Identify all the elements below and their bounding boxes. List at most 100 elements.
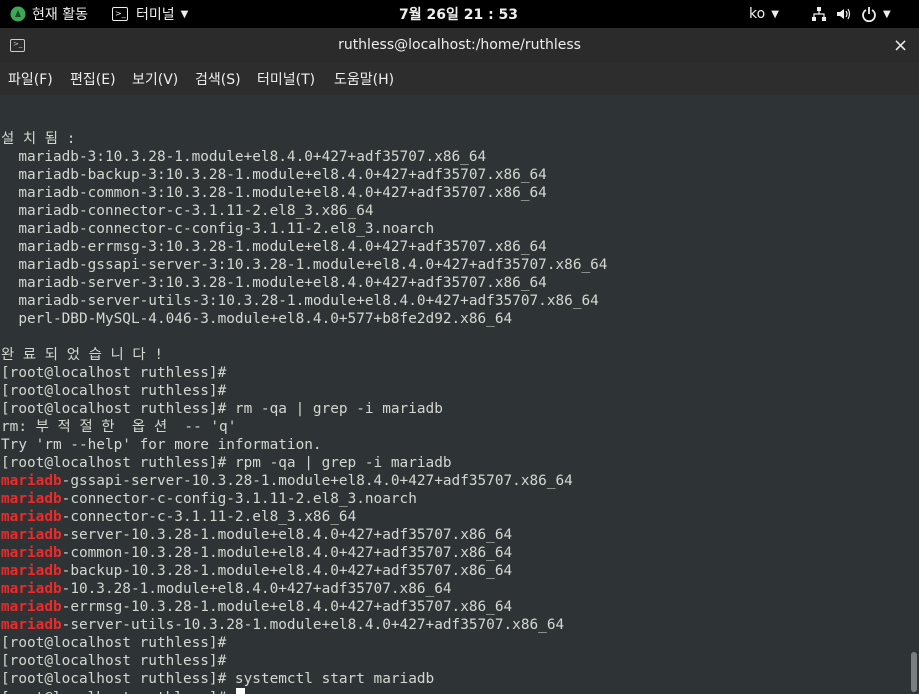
terminal-line-text: mariadb-connector-c-3.1.11-2.el8_3.x86_6… <box>1 203 374 219</box>
terminal-line: mariadb-gssapi-server-3:10.3.28-1.module… <box>1 256 607 274</box>
terminal-line: 설 치 됨 : <box>1 130 607 148</box>
input-language-menu[interactable]: ko ▼ <box>749 0 779 28</box>
terminal-line-text: -server-utils-10.3.28-1.module+el8.4.0+4… <box>61 617 565 633</box>
terminal-line-text: mariadb-backup-3:10.3.28-1.module+el8.4.… <box>1 167 547 183</box>
terminal-line-text: rm: 부 적 절 한 옵 션 -- 'q' <box>1 419 237 435</box>
terminal-line-text: -connector-c-config-3.1.11-2.el8_3.noarc… <box>61 491 417 507</box>
language-label: ko <box>749 6 766 22</box>
window-title: ruthless@localhost:/home/ruthless <box>338 37 581 53</box>
menu-file[interactable]: 파일(F) <box>8 63 53 95</box>
terminal-area[interactable]: 설 치 됨 : mariadb-3:10.3.28-1.module+el8.4… <box>0 95 919 694</box>
terminal-line-text: mariadb-common-3:10.3.28-1.module+el8.4.… <box>1 185 547 201</box>
terminal-line-text: -gssapi-server-10.3.28-1.module+el8.4.0+… <box>61 473 573 489</box>
window-title-bar[interactable]: >_ ruthless@localhost:/home/ruthless × <box>0 28 919 64</box>
terminal-line: [root@localhost ruthless]# <box>1 688 607 694</box>
terminal-line-text: [root@localhost ruthless]# <box>1 383 227 399</box>
terminal-line: 완 료 되 었 습 니 다 ! <box>1 346 607 364</box>
terminal-line-text: mariadb-3:10.3.28-1.module+el8.4.0+427+a… <box>1 149 487 165</box>
close-icon[interactable]: × <box>893 28 908 63</box>
terminal-line-text: -server-10.3.28-1.module+el8.4.0+427+adf… <box>61 527 513 543</box>
terminal-line: [root@localhost ruthless]# <box>1 634 607 652</box>
menu-bar: 파일(F) 편집(E) 보기(V) 검색(S) 터미널(T) 도움말(H) <box>0 63 919 95</box>
grep-match: mariadb <box>1 473 62 489</box>
terminal-line: mariadb-gssapi-server-10.3.28-1.module+e… <box>1 472 607 490</box>
menu-terminal[interactable]: 터미널(T) <box>257 63 315 95</box>
terminal-line: mariadb-backup-10.3.28-1.module+el8.4.0+… <box>1 562 607 580</box>
terminal-line-text: mariadb-errmsg-3:10.3.28-1.module+el8.4.… <box>1 239 547 255</box>
clock-label: 7월 26일 21 : 53 <box>399 7 519 23</box>
terminal-line-text: mariadb-server-utils-3:10.3.28-1.module+… <box>1 293 599 309</box>
grep-match: mariadb <box>1 581 62 597</box>
chevron-down-icon: ▼ <box>883 8 891 20</box>
top-bar: 현재 활동 >_ 터미널 ▼ 7월 26일 21 : 53 ko ▼ ▼ <box>0 0 919 28</box>
terminal-output: 설 치 됨 : mariadb-3:10.3.28-1.module+el8.4… <box>1 112 607 694</box>
terminal-line-text: [root@localhost ruthless]# <box>1 365 227 381</box>
terminal-line: mariadb-common-3:10.3.28-1.module+el8.4.… <box>1 184 607 202</box>
terminal-line: mariadb-connector-c-3.1.11-2.el8_3.x86_6… <box>1 202 607 220</box>
activities-label: 현재 활동 <box>32 7 88 23</box>
system-menu[interactable]: ▼ <box>811 0 891 28</box>
terminal-icon: >_ <box>112 7 128 21</box>
terminal-line-text: -10.3.28-1.module+el8.4.0+427+adf35707.x… <box>61 581 452 597</box>
terminal-line: mariadb-errmsg-3:10.3.28-1.module+el8.4.… <box>1 238 607 256</box>
terminal-line: mariadb-common-10.3.28-1.module+el8.4.0+… <box>1 544 607 562</box>
terminal-line: mariadb-10.3.28-1.module+el8.4.0+427+adf… <box>1 580 607 598</box>
terminal-line: mariadb-server-utils-10.3.28-1.module+el… <box>1 616 607 634</box>
terminal-line: mariadb-errmsg-10.3.28-1.module+el8.4.0+… <box>1 598 607 616</box>
terminal-line-text: mariadb-connector-c-config-3.1.11-2.el8_… <box>1 221 435 237</box>
chevron-down-icon: ▼ <box>771 8 779 20</box>
terminal-line: [root@localhost ruthless]# systemctl sta… <box>1 670 607 688</box>
terminal-line: mariadb-server-utils-3:10.3.28-1.module+… <box>1 292 607 310</box>
terminal-line: [root@localhost ruthless]# <box>1 364 607 382</box>
terminal-line: mariadb-server-10.3.28-1.module+el8.4.0+… <box>1 526 607 544</box>
terminal-line: mariadb-3:10.3.28-1.module+el8.4.0+427+a… <box>1 148 607 166</box>
terminal-line-text: perl-DBD-MySQL-4.046-3.module+el8.4.0+57… <box>1 311 513 327</box>
terminal-line-text: -connector-c-3.1.11-2.el8_3.x86_64 <box>61 509 357 525</box>
terminal-line: rm: 부 적 절 한 옵 션 -- 'q' <box>1 418 607 436</box>
grep-match: mariadb <box>1 509 62 525</box>
grep-match: mariadb <box>1 491 62 507</box>
terminal-line-text: 완 료 되 었 습 니 다 ! <box>1 347 163 363</box>
activities-button[interactable]: 현재 활동 <box>10 0 88 28</box>
terminal-line: mariadb-backup-3:10.3.28-1.module+el8.4.… <box>1 166 607 184</box>
menu-help[interactable]: 도움말(H) <box>334 63 394 95</box>
menu-search[interactable]: 검색(S) <box>195 63 241 95</box>
terminal-line-text: mariadb-gssapi-server-3:10.3.28-1.module… <box>1 257 608 273</box>
power-icon <box>861 6 877 23</box>
grep-match: mariadb <box>1 563 62 579</box>
menu-edit[interactable]: 편집(E) <box>70 63 116 95</box>
terminal-line-text: [root@localhost ruthless]# rm -qa | grep… <box>1 401 443 417</box>
volume-icon <box>835 6 851 22</box>
terminal-line: mariadb-connector-c-config-3.1.11-2.el8_… <box>1 220 607 238</box>
terminal-line-text: [root@localhost ruthless]# <box>1 635 227 651</box>
terminal-line-text: Try 'rm --help' for more information. <box>1 437 322 453</box>
menu-view[interactable]: 보기(V) <box>132 63 178 95</box>
terminal-line: [root@localhost ruthless]# rpm -qa | gre… <box>1 454 607 472</box>
grep-match: mariadb <box>1 599 62 615</box>
terminal-line-text: mariadb-server-3:10.3.28-1.module+el8.4.… <box>1 275 547 291</box>
app-menu-label: 터미널 <box>136 7 175 23</box>
terminal-line: mariadb-connector-c-3.1.11-2.el8_3.x86_6… <box>1 508 607 526</box>
terminal-line: mariadb-connector-c-config-3.1.11-2.el8_… <box>1 490 607 508</box>
fedora-logo-icon <box>10 6 26 22</box>
terminal-line: mariadb-server-3:10.3.28-1.module+el8.4.… <box>1 274 607 292</box>
grep-match: mariadb <box>1 545 62 561</box>
terminal-line: Try 'rm --help' for more information. <box>1 436 607 454</box>
terminal-line-text: -backup-10.3.28-1.module+el8.4.0+427+adf… <box>61 563 513 579</box>
terminal-line-text: -common-10.3.28-1.module+el8.4.0+427+adf… <box>61 545 513 561</box>
grep-match: mariadb <box>1 617 62 633</box>
clock[interactable]: 7월 26일 21 : 53 <box>399 0 518 28</box>
terminal-line-text: [root@localhost ruthless]# <box>1 690 235 694</box>
app-menu[interactable]: >_ 터미널 ▼ <box>112 0 188 28</box>
terminal-line: [root@localhost ruthless]# <box>1 382 607 400</box>
grep-match: mariadb <box>1 527 62 543</box>
terminal-line: [root@localhost ruthless]# <box>1 652 607 670</box>
text-cursor <box>235 688 245 694</box>
terminal-line-text: [root@localhost ruthless]# <box>1 653 227 669</box>
terminal-line-text: [root@localhost ruthless]# rpm -qa | gre… <box>1 455 452 471</box>
scrollbar-thumb[interactable] <box>911 652 917 692</box>
terminal-line-text: 설 치 됨 : <box>1 131 76 147</box>
terminal-line: perl-DBD-MySQL-4.046-3.module+el8.4.0+57… <box>1 310 607 328</box>
